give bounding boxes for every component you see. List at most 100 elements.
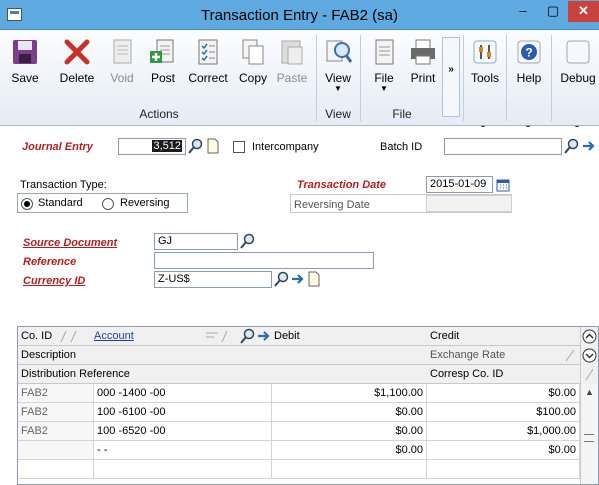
source-document-field[interactable]: GJ: [154, 233, 238, 250]
currency-new-document-icon[interactable]: [306, 271, 322, 287]
more-actions-button[interactable]: »: [442, 37, 460, 117]
file-dropdown-arrow-icon: ▼: [380, 84, 388, 93]
row-debit[interactable]: $0.00: [272, 422, 427, 441]
currency-id-field[interactable]: Z-US$: [154, 271, 272, 288]
paste-button[interactable]: Paste: [275, 37, 309, 93]
row-credit[interactable]: $100.00: [427, 403, 580, 422]
post-label: Post: [150, 71, 175, 85]
new-document-icon[interactable]: [205, 138, 221, 154]
tools-label: Tools: [470, 71, 499, 85]
corresp-co-id-header: Corresp Co. ID: [430, 368, 504, 380]
printer-icon: [411, 39, 435, 65]
maximize-button[interactable]: ▢: [538, 1, 568, 22]
post-document-icon: [150, 39, 174, 63]
row-credit[interactable]: $1,000.00: [427, 422, 580, 441]
reference-field[interactable]: [154, 252, 374, 269]
debug-menu-button[interactable]: Debug: [557, 37, 599, 93]
row-debit[interactable]: $0.00: [272, 403, 427, 422]
row-co-id[interactable]: FAB2: [18, 403, 94, 422]
type-reversing-radio[interactable]: [102, 198, 114, 210]
grid-header-controls: [580, 327, 598, 384]
account-go-arrow-icon[interactable]: [256, 328, 272, 344]
actions-group-label: Actions: [139, 107, 179, 121]
row-account[interactable]: 000 -1400 -00: [94, 384, 272, 403]
currency-lookup-magnifier-icon[interactable]: [274, 271, 290, 287]
transaction-date-field[interactable]: 2015-01-09: [426, 176, 493, 193]
currency-go-arrow-icon[interactable]: [290, 271, 306, 287]
journal-entry-value: 3,512: [152, 140, 182, 152]
expand-rows-icon[interactable]: [582, 348, 597, 363]
save-label: Save: [11, 71, 39, 85]
tools-icon: [473, 40, 497, 64]
ribbon-separator: [316, 35, 317, 121]
file-group-label: File: [392, 107, 412, 121]
co-id-expand-icon[interactable]: [59, 329, 83, 344]
intercompany-checkbox[interactable]: [233, 141, 245, 153]
copy-label: Copy: [238, 71, 267, 85]
scroll-thumb-grip-icon[interactable]: [584, 434, 594, 442]
save-icon: [13, 40, 37, 64]
row-account[interactable]: 100 -6100 -00: [94, 403, 272, 422]
row-credit[interactable]: $0.00: [427, 384, 580, 403]
tools-menu-button[interactable]: Tools: [467, 37, 503, 93]
save-button[interactable]: Save: [9, 37, 41, 93]
transaction-type-label: Transaction Type:: [20, 179, 107, 191]
row-co-id[interactable]: [18, 441, 94, 460]
help-menu-button[interactable]: ? Help: [512, 37, 546, 93]
scroll-up-arrow-icon[interactable]: ▲: [585, 387, 594, 397]
lookup-magnifier-icon[interactable]: [188, 138, 204, 154]
row-credit[interactable]: $0.00: [427, 441, 580, 460]
co-id-header: Co. ID: [21, 330, 53, 342]
journal-entry-field[interactable]: 3,512: [118, 138, 186, 155]
close-button[interactable]: ✕: [568, 1, 599, 22]
batch-lookup-magnifier-icon[interactable]: [564, 138, 580, 154]
view-magnifier-icon: [326, 40, 353, 63]
row-co-id[interactable]: FAB2: [18, 384, 94, 403]
post-button[interactable]: Post: [147, 37, 179, 93]
source-document-label[interactable]: Source Document: [23, 237, 117, 249]
currency-id-label[interactable]: Currency ID: [23, 275, 85, 287]
journal-entry-label[interactable]: Journal Entry: [22, 141, 93, 153]
exchange-rate-options-icon[interactable]: [562, 348, 578, 363]
copy-button[interactable]: Copy: [237, 37, 269, 93]
row-debit[interactable]: $1,100.00: [272, 384, 427, 403]
transaction-entry-form: Journal Entry 3,512 Intercompany Batch I…: [0, 127, 599, 485]
row-co-id[interactable]: [18, 460, 94, 479]
delete-button[interactable]: Delete: [57, 37, 97, 93]
account-header-link[interactable]: Account: [94, 330, 134, 342]
grid-vertical-scrollbar[interactable]: ▲: [580, 384, 598, 484]
collapse-rows-icon[interactable]: [582, 329, 597, 344]
ribbon-toolbar: Save Delete Void Post Correct Copy Paste…: [0, 31, 599, 132]
correct-list-icon: [198, 39, 218, 65]
view-menu-button[interactable]: View ▼: [322, 37, 354, 93]
void-button[interactable]: Void: [106, 37, 138, 93]
row-debit[interactable]: [272, 460, 427, 479]
row-debit[interactable]: $0.00: [272, 441, 427, 460]
account-options-icon[interactable]: [204, 329, 238, 344]
print-button[interactable]: Print: [406, 37, 440, 93]
file-icon: [375, 39, 394, 65]
row-credit[interactable]: [427, 460, 580, 479]
minimize-button[interactable]: –: [508, 1, 538, 22]
account-lookup-magnifier-icon[interactable]: [240, 328, 256, 344]
batch-id-field[interactable]: [444, 138, 562, 155]
distribution-grid: Co. ID Account Debit Credit Description …: [17, 326, 599, 485]
debug-label: Debug: [560, 71, 596, 85]
help-label: Help: [516, 71, 542, 85]
reversing-date-field: [426, 195, 512, 212]
paste-label: Paste: [276, 71, 308, 85]
grid-header-row-3: Distribution Reference Corresp Co. ID: [18, 365, 580, 384]
batch-go-arrow-icon[interactable]: [581, 138, 597, 154]
row-account[interactable]: - -: [94, 441, 272, 460]
type-standard-radio[interactable]: [21, 198, 33, 210]
type-reversing-label: Reversing: [120, 197, 170, 209]
calendar-icon[interactable]: [495, 177, 511, 193]
source-document-lookup-icon[interactable]: [240, 233, 256, 249]
correct-button[interactable]: Correct: [186, 37, 230, 93]
row-account[interactable]: 100 -6520 -00: [94, 422, 272, 441]
file-menu-button[interactable]: File ▼: [368, 37, 400, 93]
row-co-id[interactable]: FAB2: [18, 422, 94, 441]
corresp-options-icon[interactable]: [582, 367, 597, 382]
row-account[interactable]: [94, 460, 272, 479]
ribbon-separator: [360, 35, 361, 121]
